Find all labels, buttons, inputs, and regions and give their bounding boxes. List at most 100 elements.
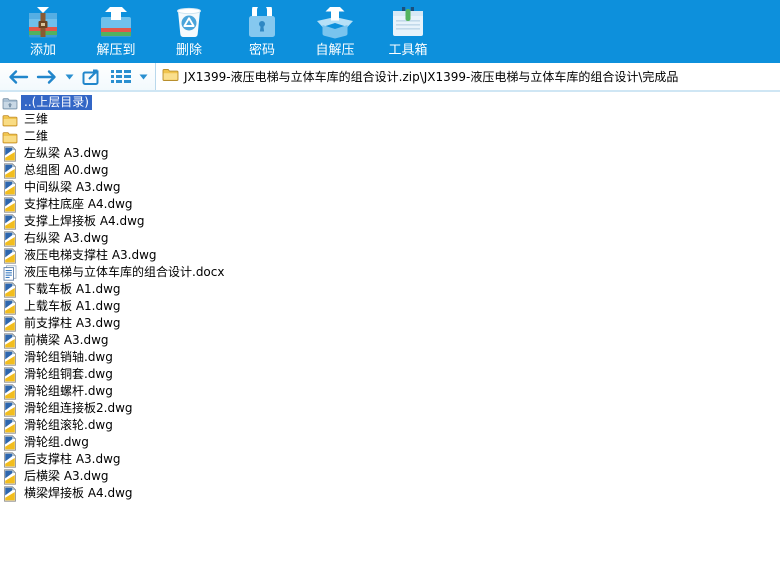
file-name: 支撑上焊接板 A4.dwg (24, 214, 145, 228)
file-name: 液压电梯支撑柱 A3.dwg (24, 248, 157, 262)
file-row[interactable]: 总组图 A0.dwg (2, 162, 780, 179)
folder-icon (2, 112, 18, 128)
toolbar-button-label: 解压到 (96, 43, 136, 58)
dwg-file-icon (2, 434, 18, 451)
file-row[interactable]: 滑轮组滚轮.dwg (2, 417, 780, 434)
dwg-file-icon (2, 485, 18, 502)
file-row[interactable]: 滑轮组连接板2.dwg (2, 400, 780, 417)
toolbar-button-password[interactable]: 密码 (229, 7, 295, 58)
dwg-file-icon (2, 281, 18, 298)
file-row[interactable]: 前支撑柱 A3.dwg (2, 315, 780, 332)
file-row[interactable]: 右纵梁 A3.dwg (2, 230, 780, 247)
file-name: 后支撑柱 A3.dwg (24, 452, 121, 466)
forward-button[interactable] (34, 67, 60, 87)
file-row[interactable]: 后支撑柱 A3.dwg (2, 451, 780, 468)
dwg-file-icon (2, 179, 18, 196)
self-extract-icon (315, 7, 355, 43)
dwg-file-icon (2, 332, 18, 349)
file-row[interactable]: ..(上层目录) (2, 94, 780, 111)
file-name: 滑轮组销轴.dwg (24, 350, 113, 364)
file-name: 滑轮组连接板2.dwg (24, 401, 133, 415)
file-name: 三维 (24, 112, 49, 126)
dwg-file-icon (2, 468, 18, 485)
file-row[interactable]: 液压电梯支撑柱 A3.dwg (2, 247, 780, 264)
password-lock-icon (242, 7, 282, 43)
file-name: 总组图 A0.dwg (24, 163, 109, 177)
dwg-file-icon (2, 349, 18, 366)
add-archive-icon (23, 7, 63, 43)
archive-manager-window: 添加 解压到 删除 密码 自解压 工具箱 JX1399-液压电梯与立体车库的组合… (0, 0, 780, 574)
file-name: 横梁焊接板 A4.dwg (24, 486, 133, 500)
file-name: 滑轮组滚轮.dwg (24, 418, 113, 432)
view-dropdown-button[interactable] (137, 72, 150, 82)
back-button[interactable] (5, 67, 31, 87)
delete-icon (169, 7, 209, 43)
toolbar-button-label: 自解压 (315, 43, 355, 58)
file-name: 右纵梁 A3.dwg (24, 231, 109, 245)
dwg-file-icon (2, 366, 18, 383)
file-row[interactable]: 二维 (2, 128, 780, 145)
address-path: JX1399-液压电梯与立体车库的组合设计.zip\JX1399-液压电梯与立体… (184, 70, 679, 84)
file-row[interactable]: 液压电梯与立体车库的组合设计.docx (2, 264, 780, 281)
dwg-file-icon (2, 315, 18, 332)
dwg-file-icon (2, 247, 18, 264)
docx-file-icon (2, 264, 18, 281)
open-location-button[interactable] (79, 66, 105, 88)
file-name: 前支撑柱 A3.dwg (24, 316, 121, 330)
file-list: ..(上层目录) 三维 二维 左纵梁 A3.dwg 总组图 A0.dwg 中间纵… (0, 92, 780, 502)
file-name: 液压电梯与立体车库的组合设计.docx (24, 265, 225, 279)
dwg-file-icon (2, 196, 18, 213)
chevron-down-icon (65, 74, 74, 79)
file-row[interactable]: 滑轮组螺杆.dwg (2, 383, 780, 400)
file-row[interactable]: 滑轮组铜套.dwg (2, 366, 780, 383)
toolbar-button-add[interactable]: 添加 (10, 7, 76, 58)
toolbar-button-self-extract[interactable]: 自解压 (302, 7, 368, 58)
file-row[interactable]: 上载车板 A1.dwg (2, 298, 780, 315)
current-folder-icon (162, 67, 179, 86)
file-row[interactable]: 前横梁 A3.dwg (2, 332, 780, 349)
file-row[interactable]: 左纵梁 A3.dwg (2, 145, 780, 162)
toolbar-button-delete[interactable]: 删除 (156, 7, 222, 58)
dwg-file-icon (2, 230, 18, 247)
navigation-bar: JX1399-液压电梯与立体车库的组合设计.zip\JX1399-液压电梯与立体… (0, 63, 780, 92)
file-name: 前横梁 A3.dwg (24, 333, 109, 347)
file-row[interactable]: 三维 (2, 111, 780, 128)
toolbox-icon (388, 7, 428, 43)
dwg-file-icon (2, 162, 18, 179)
toolbar-button-extract-to[interactable]: 解压到 (83, 7, 149, 58)
address-bar[interactable]: JX1399-液压电梯与立体车库的组合设计.zip\JX1399-液压电梯与立体… (155, 63, 780, 90)
toolbar-button-label: 添加 (29, 43, 56, 58)
nav-controls (0, 63, 155, 90)
file-row[interactable]: 支撑柱底座 A4.dwg (2, 196, 780, 213)
dwg-file-icon (2, 451, 18, 468)
dwg-file-icon (2, 298, 18, 315)
forward-arrow-icon (36, 69, 56, 84)
file-name: 支撑柱底座 A4.dwg (24, 197, 133, 211)
view-mode-button[interactable] (108, 67, 134, 86)
file-name: 滑轮组螺杆.dwg (24, 384, 113, 398)
toolbar-button-label: 删除 (175, 43, 202, 58)
back-arrow-icon (9, 69, 29, 84)
toolbar-button-label: 工具箱 (388, 43, 428, 58)
folder-icon (2, 129, 18, 145)
file-row[interactable]: 滑轮组销轴.dwg (2, 349, 780, 366)
toolbar-button-label: 密码 (248, 43, 275, 58)
file-row[interactable]: 中间纵梁 A3.dwg (2, 179, 780, 196)
dwg-file-icon (2, 383, 18, 400)
file-row[interactable]: 后横梁 A3.dwg (2, 468, 780, 485)
file-name: 二维 (24, 129, 49, 143)
toolbar-button-toolbox[interactable]: 工具箱 (375, 7, 441, 58)
file-row[interactable]: 下载车板 A1.dwg (2, 281, 780, 298)
file-row[interactable]: 横梁焊接板 A4.dwg (2, 485, 780, 502)
file-row[interactable]: 滑轮组.dwg (2, 434, 780, 451)
parent-folder-icon (2, 95, 18, 111)
dwg-file-icon (2, 213, 18, 230)
history-dropdown-button[interactable] (63, 72, 76, 82)
file-name: ..(上层目录) (21, 95, 92, 110)
file-name: 下载车板 A1.dwg (24, 282, 121, 296)
list-view-icon (111, 70, 131, 83)
file-row[interactable]: 支撑上焊接板 A4.dwg (2, 213, 780, 230)
extract-to-icon (96, 7, 136, 43)
file-name: 后横梁 A3.dwg (24, 469, 109, 483)
file-name: 滑轮组铜套.dwg (24, 367, 113, 381)
